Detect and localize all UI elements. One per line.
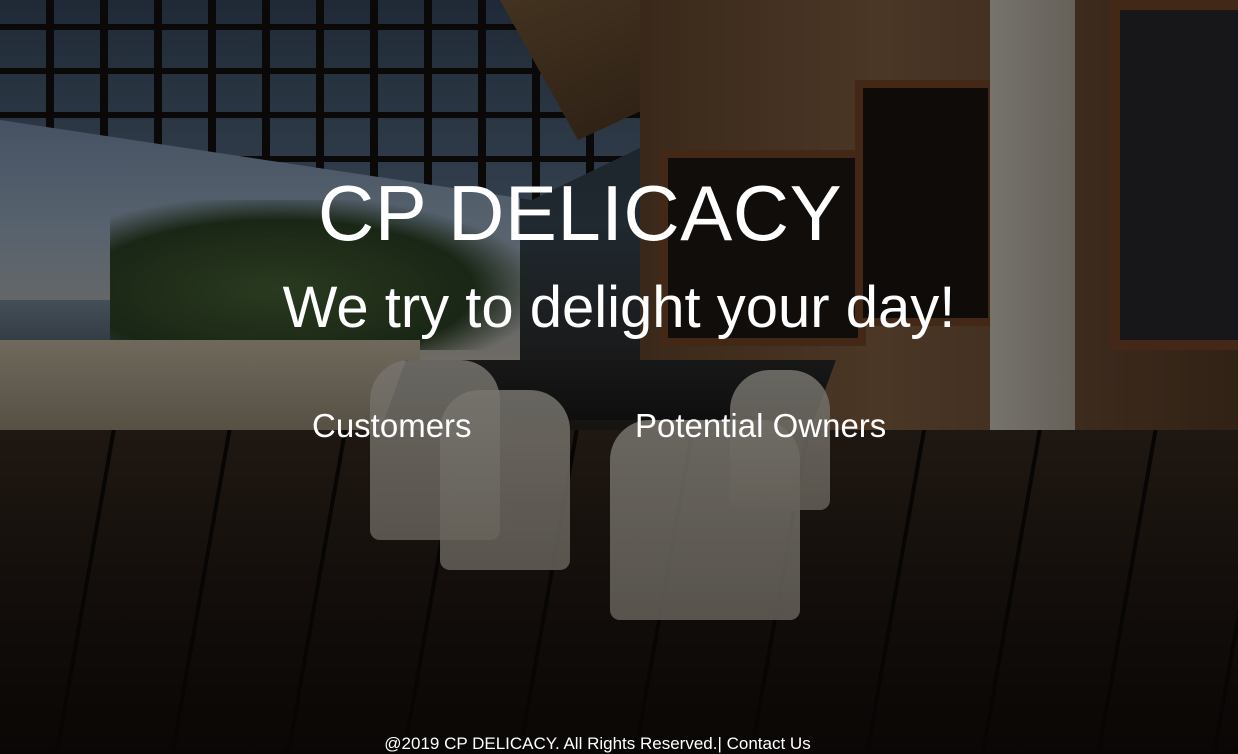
main-nav: Customers Potential Owners [0,406,1238,446]
tagline: We try to delight your day! [282,275,956,340]
copyright-text: @2019 CP DELICACY. All Rights Reserved. [384,734,718,753]
customers-link[interactable]: Customers [312,406,472,446]
dark-overlay [0,0,1238,754]
brand-title: CP DELICACY [317,169,843,257]
background-photo [0,0,1238,754]
landing-page: CP DELICACY We try to delight your day! … [0,0,1238,754]
potential-owners-link[interactable]: Potential Owners [635,406,886,446]
footer: @2019 CP DELICACY. All Rights Reserved.|… [0,734,1195,754]
contact-us-link[interactable]: Contact Us [722,734,811,753]
